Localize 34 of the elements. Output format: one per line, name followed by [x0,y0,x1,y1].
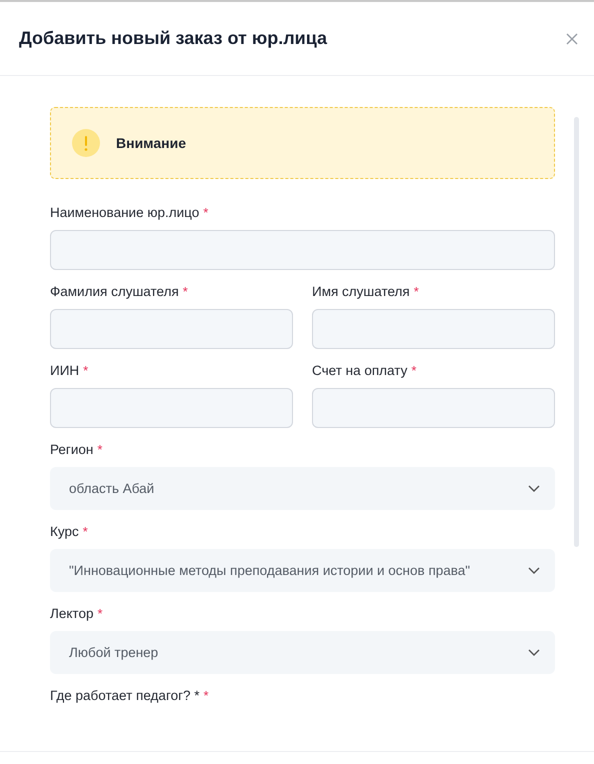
field-label: Фамилия слушателя [50,284,179,299]
chevron-down-icon [528,567,540,574]
dropdown-field[interactable]: Любой тренер [50,631,555,674]
input-field[interactable] [50,309,293,349]
chevron-down-icon [528,649,540,656]
required-mark: * [82,524,88,539]
required-mark: * [203,205,208,220]
required-mark: * [204,688,209,703]
field-label: ИИН [50,363,80,378]
dialog-title: Добавить новый заказ от юр.лица [19,28,327,49]
close-icon[interactable] [566,32,578,44]
required-mark: * [83,363,88,378]
chevron-down-icon [528,485,540,492]
input-field[interactable] [50,230,555,270]
input-field[interactable] [312,309,555,349]
field-label: Имя слушателя [312,284,410,299]
field-label: Наименование юр.лицо [50,205,200,220]
field-label: Счет на оплату [312,363,408,378]
field-label: Где работает педагог? * [50,688,200,703]
required-mark: * [411,363,416,378]
required-mark: * [97,606,103,621]
field-label: Лектор [50,606,94,621]
required-mark: * [97,442,102,457]
required-mark: * [182,284,188,299]
input-field[interactable] [312,388,555,428]
dropdown-field[interactable]: область Абай [50,467,555,510]
field-label: Курс [50,524,79,539]
field-label: Регион [50,442,94,457]
required-mark: * [414,284,419,299]
input-field[interactable] [50,388,293,428]
exclamation-icon [72,129,100,157]
scrollbar-thumb[interactable] [574,117,579,547]
dropdown-field[interactable]: "Инновационные методы преподавания истории и основ права" [50,549,555,592]
alert-title: Внимание [116,135,186,151]
